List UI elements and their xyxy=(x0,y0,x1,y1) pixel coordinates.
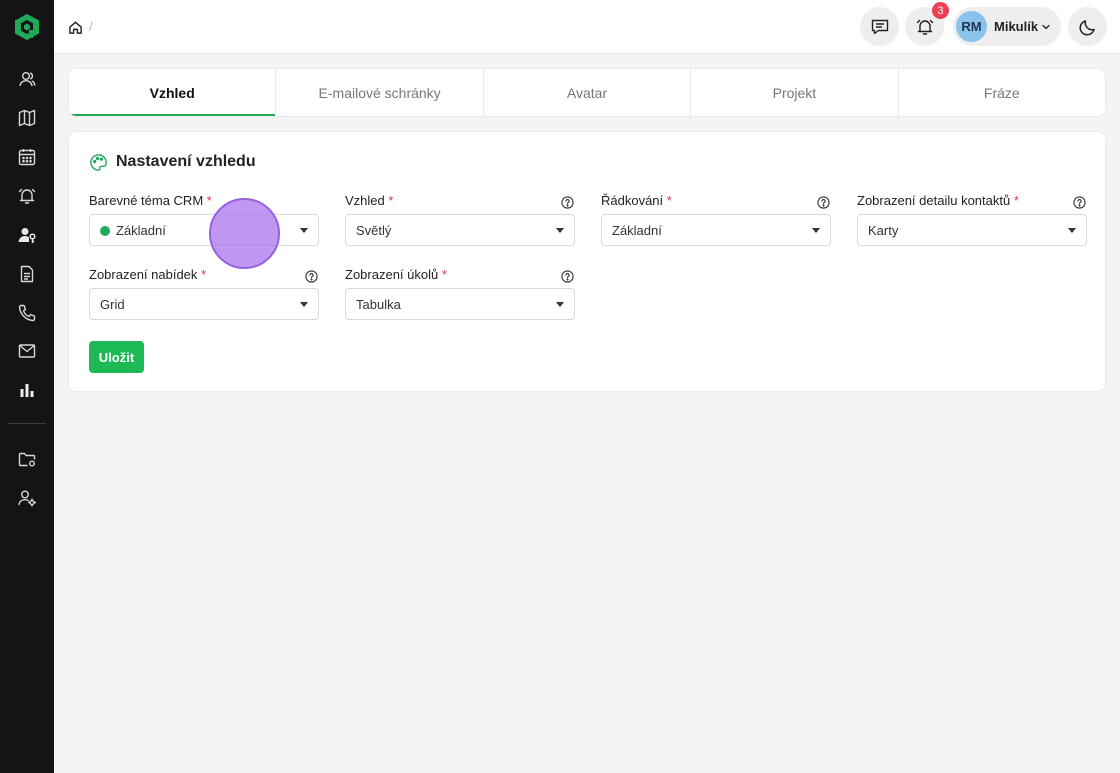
mail-icon[interactable] xyxy=(17,341,37,361)
phone-icon[interactable] xyxy=(17,303,37,323)
notification-badge: 3 xyxy=(932,2,949,19)
help-icon[interactable] xyxy=(305,270,318,283)
moon-icon xyxy=(1078,17,1098,37)
settings-tabs: Vzhled E-mailové schránky Avatar Projekt… xyxy=(68,68,1106,117)
sidebar xyxy=(0,0,54,773)
caret-down-icon xyxy=(300,228,308,233)
user-menu-button[interactable]: RM Mikulík xyxy=(953,7,1061,46)
contacts-icon[interactable] xyxy=(17,69,37,89)
avatar: RM xyxy=(956,11,987,42)
look-select-value: Světlý xyxy=(356,223,392,238)
dark-mode-toggle[interactable] xyxy=(1068,7,1107,46)
spacing-select-value: Základní xyxy=(612,223,662,238)
folder-settings-icon[interactable] xyxy=(17,449,37,469)
theme-select-value: Základní xyxy=(116,223,166,238)
look-select[interactable]: Světlý xyxy=(345,214,575,246)
click-indicator xyxy=(209,198,280,269)
tab-avatar[interactable]: Avatar xyxy=(484,69,692,116)
theme-select[interactable]: Základní xyxy=(89,214,319,246)
help-icon[interactable] xyxy=(561,196,574,209)
chat-icon xyxy=(870,17,890,37)
look-label: Vzhled * xyxy=(345,193,394,208)
help-icon[interactable] xyxy=(817,196,830,209)
card-title: Nastavení vzhledu xyxy=(116,153,256,170)
alarm-bell-icon[interactable] xyxy=(17,186,37,206)
caret-down-icon xyxy=(1068,228,1076,233)
offers-label: Zobrazení nabídek * xyxy=(89,267,207,282)
spacing-select[interactable]: Základní xyxy=(601,214,831,246)
contact-detail-select-value: Karty xyxy=(868,223,899,238)
contact-detail-select[interactable]: Karty xyxy=(857,214,1087,246)
help-icon[interactable] xyxy=(1073,196,1086,209)
user-key-icon[interactable] xyxy=(17,225,37,245)
document-icon[interactable] xyxy=(17,264,37,284)
palette-icon xyxy=(89,153,108,172)
spacing-label: Řádkování * xyxy=(601,193,672,208)
tasks-label: Zobrazení úkolů * xyxy=(345,267,447,282)
tab-project[interactable]: Projekt xyxy=(691,69,899,116)
tasks-select[interactable]: Tabulka xyxy=(345,288,575,320)
offers-select-value: Grid xyxy=(100,297,125,312)
top-header: / 3 RM Mikulík xyxy=(54,0,1120,54)
bar-chart-icon[interactable] xyxy=(17,380,37,400)
sidebar-divider xyxy=(8,423,46,424)
chevron-down-icon xyxy=(1041,22,1051,32)
home-icon[interactable] xyxy=(68,20,83,35)
calendar-icon[interactable] xyxy=(17,147,37,167)
offers-select[interactable]: Grid xyxy=(89,288,319,320)
caret-down-icon xyxy=(556,228,564,233)
alarm-bell-icon xyxy=(915,17,935,37)
tab-vzhled[interactable]: Vzhled xyxy=(69,69,277,116)
app-logo[interactable] xyxy=(14,13,40,41)
caret-down-icon xyxy=(812,228,820,233)
theme-label: Barevné téma CRM * xyxy=(89,193,212,208)
save-button[interactable]: Uložit xyxy=(89,341,144,373)
caret-down-icon xyxy=(300,302,308,307)
user-settings-icon[interactable] xyxy=(17,488,37,508)
tab-phrases[interactable]: Fráze xyxy=(899,69,1105,116)
user-name: Mikulík xyxy=(994,19,1039,34)
map-icon[interactable] xyxy=(17,108,37,128)
caret-down-icon xyxy=(556,302,564,307)
theme-color-dot xyxy=(100,226,110,236)
help-icon[interactable] xyxy=(561,270,574,283)
contact-detail-label: Zobrazení detailu kontaktů * xyxy=(857,193,1019,208)
breadcrumb-separator: / xyxy=(89,19,93,34)
tab-email-mailboxes[interactable]: E-mailové schránky xyxy=(276,69,484,116)
tasks-select-value: Tabulka xyxy=(356,297,401,312)
messages-button[interactable] xyxy=(860,7,899,46)
